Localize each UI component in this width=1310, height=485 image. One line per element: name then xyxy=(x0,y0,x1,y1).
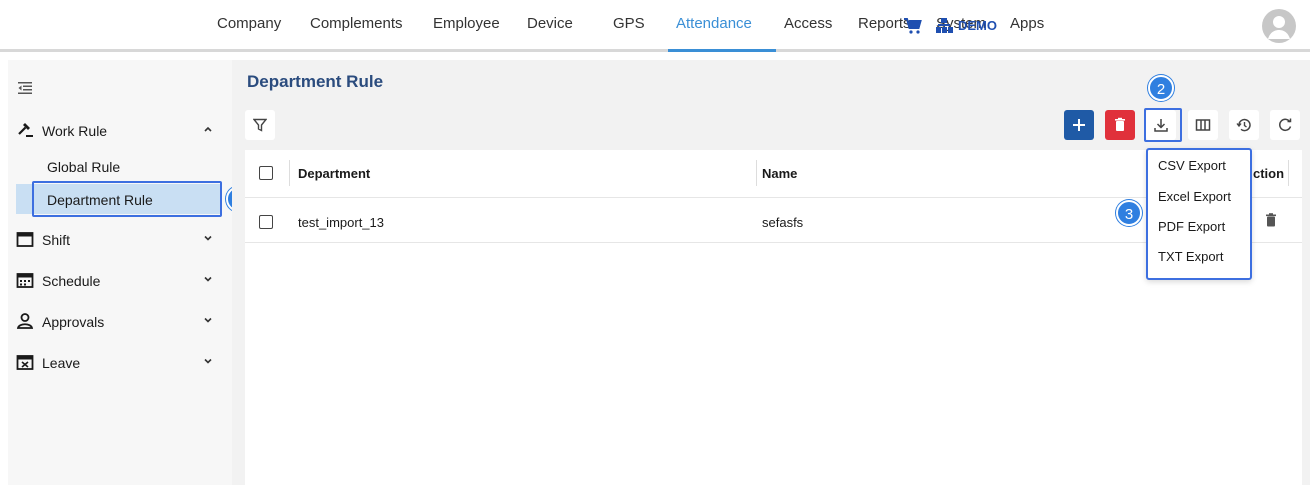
history-button[interactable] xyxy=(1229,110,1259,140)
sidebar-item-schedule[interactable]: Schedule xyxy=(16,266,221,294)
columns-icon xyxy=(1195,119,1211,131)
data-table xyxy=(245,150,1302,485)
sidebar-item-shift[interactable]: Shift xyxy=(16,225,221,253)
nav-attendance[interactable]: Attendance xyxy=(676,15,752,32)
organization-icon[interactable] xyxy=(934,16,954,36)
menu-item-txt-export[interactable]: TXT Export xyxy=(1158,249,1224,264)
top-navigation-bar: Company Complements Employee Device GPS … xyxy=(0,0,1310,52)
row-checkbox[interactable] xyxy=(259,215,273,229)
history-icon xyxy=(1236,118,1251,132)
row-delete-icon[interactable] xyxy=(1265,213,1277,227)
annotation-badge-2: 2 xyxy=(1148,75,1174,101)
sidebar-item-global-rule[interactable]: Global Rule xyxy=(16,151,221,181)
delete-icon xyxy=(1115,117,1125,131)
chevron-down-icon xyxy=(204,235,212,241)
select-all-checkbox[interactable] xyxy=(259,166,273,180)
chevron-down-icon xyxy=(204,317,212,323)
sidebar-item-label: Leave xyxy=(42,355,81,371)
sidebar-item-approvals[interactable]: Approvals xyxy=(16,307,221,335)
sidebar-item-label: Approvals xyxy=(42,314,105,330)
filter-icon xyxy=(253,118,267,132)
add-button[interactable] xyxy=(1064,110,1094,140)
refresh-icon xyxy=(1279,118,1292,132)
menu-item-pdf-export[interactable]: PDF Export xyxy=(1158,219,1225,234)
active-tab-underline xyxy=(668,49,776,52)
calendar-blank-icon xyxy=(16,232,34,247)
export-menu: CSV Export Excel Export PDF Export TXT E… xyxy=(1146,148,1252,280)
chevron-down-icon xyxy=(204,358,212,364)
column-header-department[interactable]: Department xyxy=(298,166,370,181)
calendar-grid-icon xyxy=(16,273,34,288)
row-divider xyxy=(245,242,1302,243)
nav-access[interactable]: Access xyxy=(784,15,832,32)
delete-button[interactable] xyxy=(1105,110,1135,140)
menu-item-csv-export[interactable]: CSV Export xyxy=(1158,158,1226,173)
sidebar-item-label: Work Rule xyxy=(42,123,108,139)
column-divider xyxy=(289,160,290,186)
filter-button[interactable] xyxy=(245,110,275,140)
nav-employee[interactable]: Employee xyxy=(433,15,500,32)
sidebar-item-label: Shift xyxy=(42,232,71,248)
sidebar-item-leave[interactable]: Leave xyxy=(16,348,221,376)
column-header-action: ction xyxy=(1253,166,1285,181)
sidebar-item-work-rule[interactable]: Work Rule xyxy=(16,116,221,144)
chevron-down-icon xyxy=(204,276,212,282)
user-avatar-icon[interactable] xyxy=(1262,9,1296,43)
nav-apps[interactable]: Apps xyxy=(1010,15,1044,32)
nav-company[interactable]: Company xyxy=(217,15,281,32)
cart-icon[interactable] xyxy=(903,16,923,36)
columns-button[interactable] xyxy=(1188,110,1218,140)
annotation-highlight-download xyxy=(1144,108,1182,142)
sidebar-item-label: Global Rule xyxy=(47,159,121,175)
nav-complements[interactable]: Complements xyxy=(310,15,403,32)
page-title: Department Rule xyxy=(247,72,384,91)
add-icon xyxy=(1073,119,1085,131)
annotation-highlight-department-rule xyxy=(32,181,222,217)
annotation-badge-3: 3 xyxy=(1116,200,1142,226)
menu-item-excel-export[interactable]: Excel Export xyxy=(1158,189,1231,204)
calendar-x-icon xyxy=(16,355,34,370)
cell-name: sefasfs xyxy=(762,215,804,230)
cell-department: test_import_13 xyxy=(298,215,384,230)
chevron-up-icon xyxy=(204,126,212,132)
column-header-name[interactable]: Name xyxy=(762,166,797,181)
nav-gps[interactable]: GPS xyxy=(613,15,645,32)
user-check-icon xyxy=(16,313,34,329)
column-divider xyxy=(1288,160,1289,186)
company-name[interactable]: DEMO xyxy=(958,18,997,33)
header-divider xyxy=(245,197,1302,198)
column-divider xyxy=(756,160,757,186)
sidebar-item-label: Schedule xyxy=(42,273,101,289)
gavel-icon xyxy=(18,123,33,137)
refresh-button[interactable] xyxy=(1270,110,1300,140)
nav-device[interactable]: Device xyxy=(527,15,573,32)
collapse-menu-icon[interactable] xyxy=(18,81,32,95)
